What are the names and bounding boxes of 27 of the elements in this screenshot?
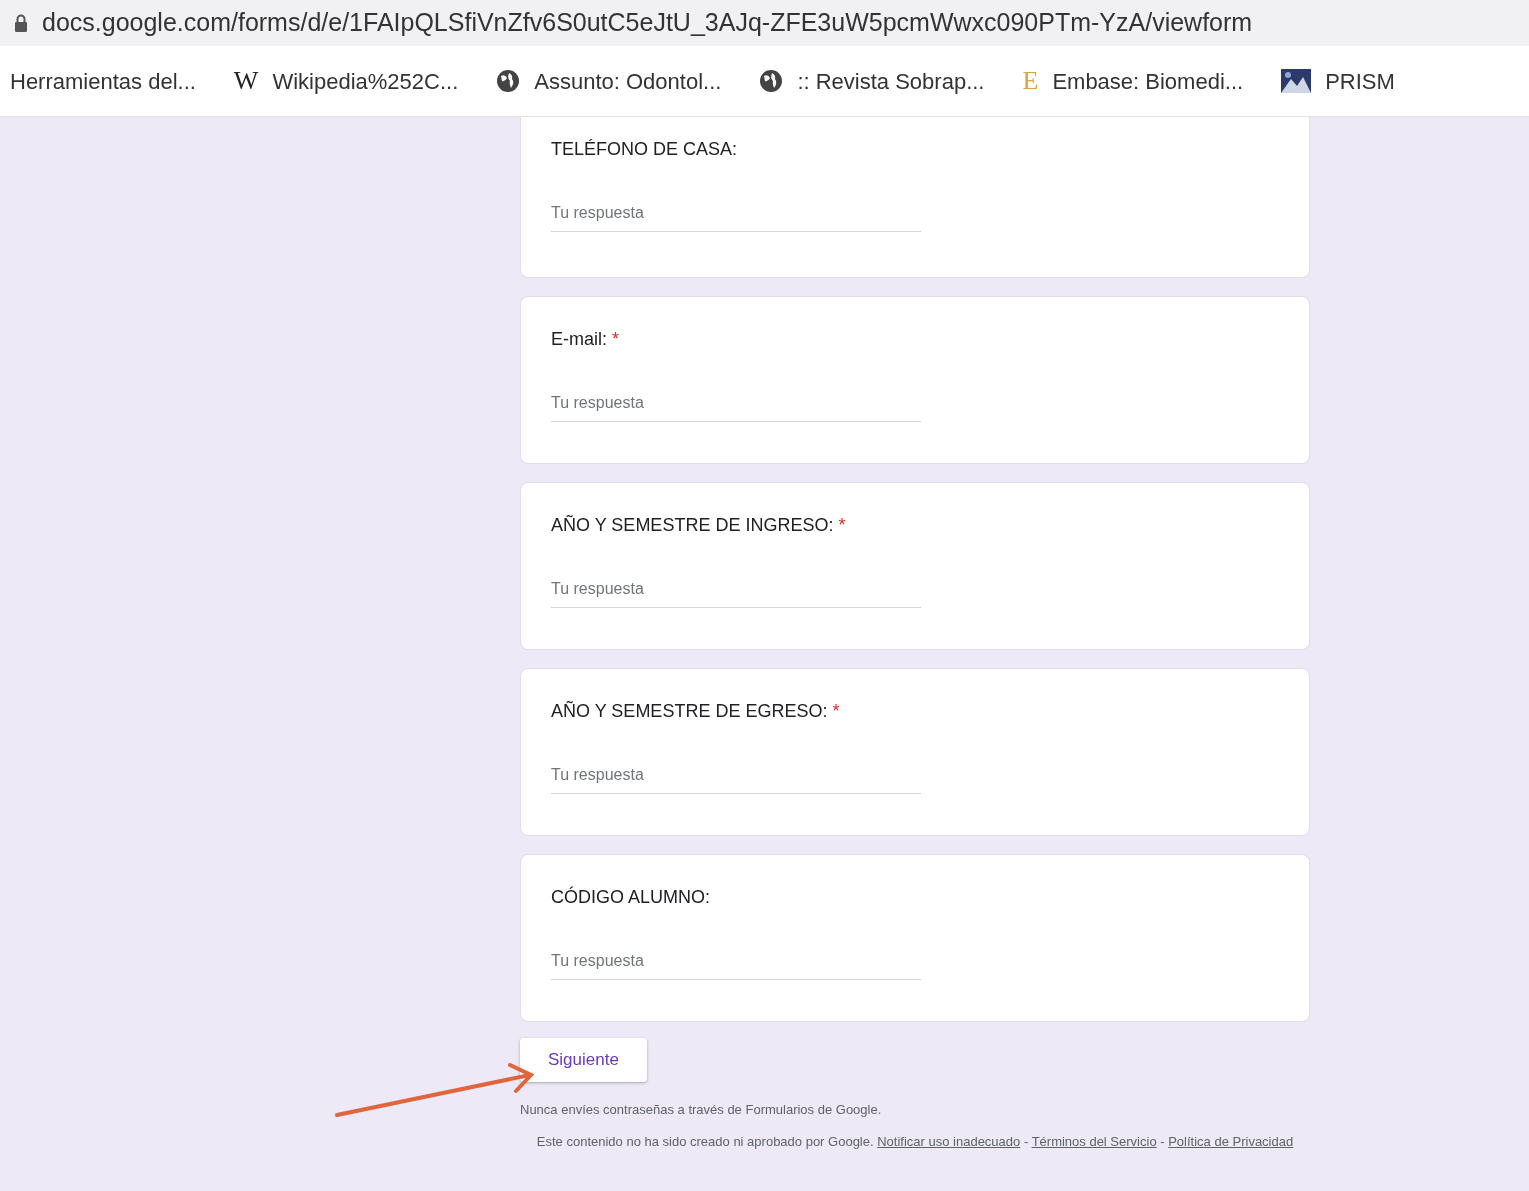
warning-text: Nunca envíes contraseñas a través de Formularios de Google. [520,1100,883,1119]
bookmark[interactable]: W Wikipedia%252C... [233,64,459,98]
answer-field[interactable]: Tu respuesta [551,576,921,608]
bookmark[interactable]: PRISM [1281,64,1395,98]
question-title: E-mail: * [551,329,621,351]
footer-link[interactable]: Política de Privacidad [1168,1134,1294,1149]
bookmark[interactable]: Herramientas del... [10,64,196,98]
url-text: docs.google.com/forms/d/e/1FAIpQLSfiVnZfv6S0utC5eJtU_3AJq-ZFE3uW5pcmWwxc090PTm-YzA/viewform [42,7,1253,39]
footer-link[interactable]: Términos del Servicio [1031,1134,1157,1149]
answer-field[interactable]: Tu respuesta [551,200,921,232]
bookmark[interactable]: Assunto: Odontol... [496,64,722,98]
next-button[interactable]: Siguiente [520,1038,647,1082]
bookmark[interactable]: :: Revista Sobrap... [759,64,985,98]
question-title: AÑO Y SEMESTRE DE INGRESO: * [551,515,847,537]
question-title: AÑO Y SEMESTRE DE EGRESO: * [551,701,841,723]
question-title: CÓDIGO ALUMNO: [551,887,712,909]
answer-field[interactable]: Tu respuesta [551,390,921,422]
bookmark[interactable]: E Embase: Biomedi... [1022,64,1244,98]
answer-field[interactable]: Tu respuesta [551,762,921,794]
globe-icon [496,69,521,93]
disclaimer-text: Este contenido no ha sido creado ni aprobado por Google. Notificar uso inadecuado - Términos del Servicio - Política de Privacidad [535,1133,1295,1151]
address-bar[interactable]: docs.google.com/forms/d/e/1FAIpQLSfiVnZfv6S0utC5eJtU_3AJq-ZFE3uW5pcmWwxc090PTm-YzA/viewform [0,0,1529,46]
globe-icon [759,69,784,93]
answer-field[interactable]: Tu respuesta [551,948,921,980]
question-title: TELÉFONO DE CASA: [551,139,739,161]
lock-icon [14,14,28,32]
footer-link[interactable]: Notificar uso inadecuado [877,1134,1021,1149]
